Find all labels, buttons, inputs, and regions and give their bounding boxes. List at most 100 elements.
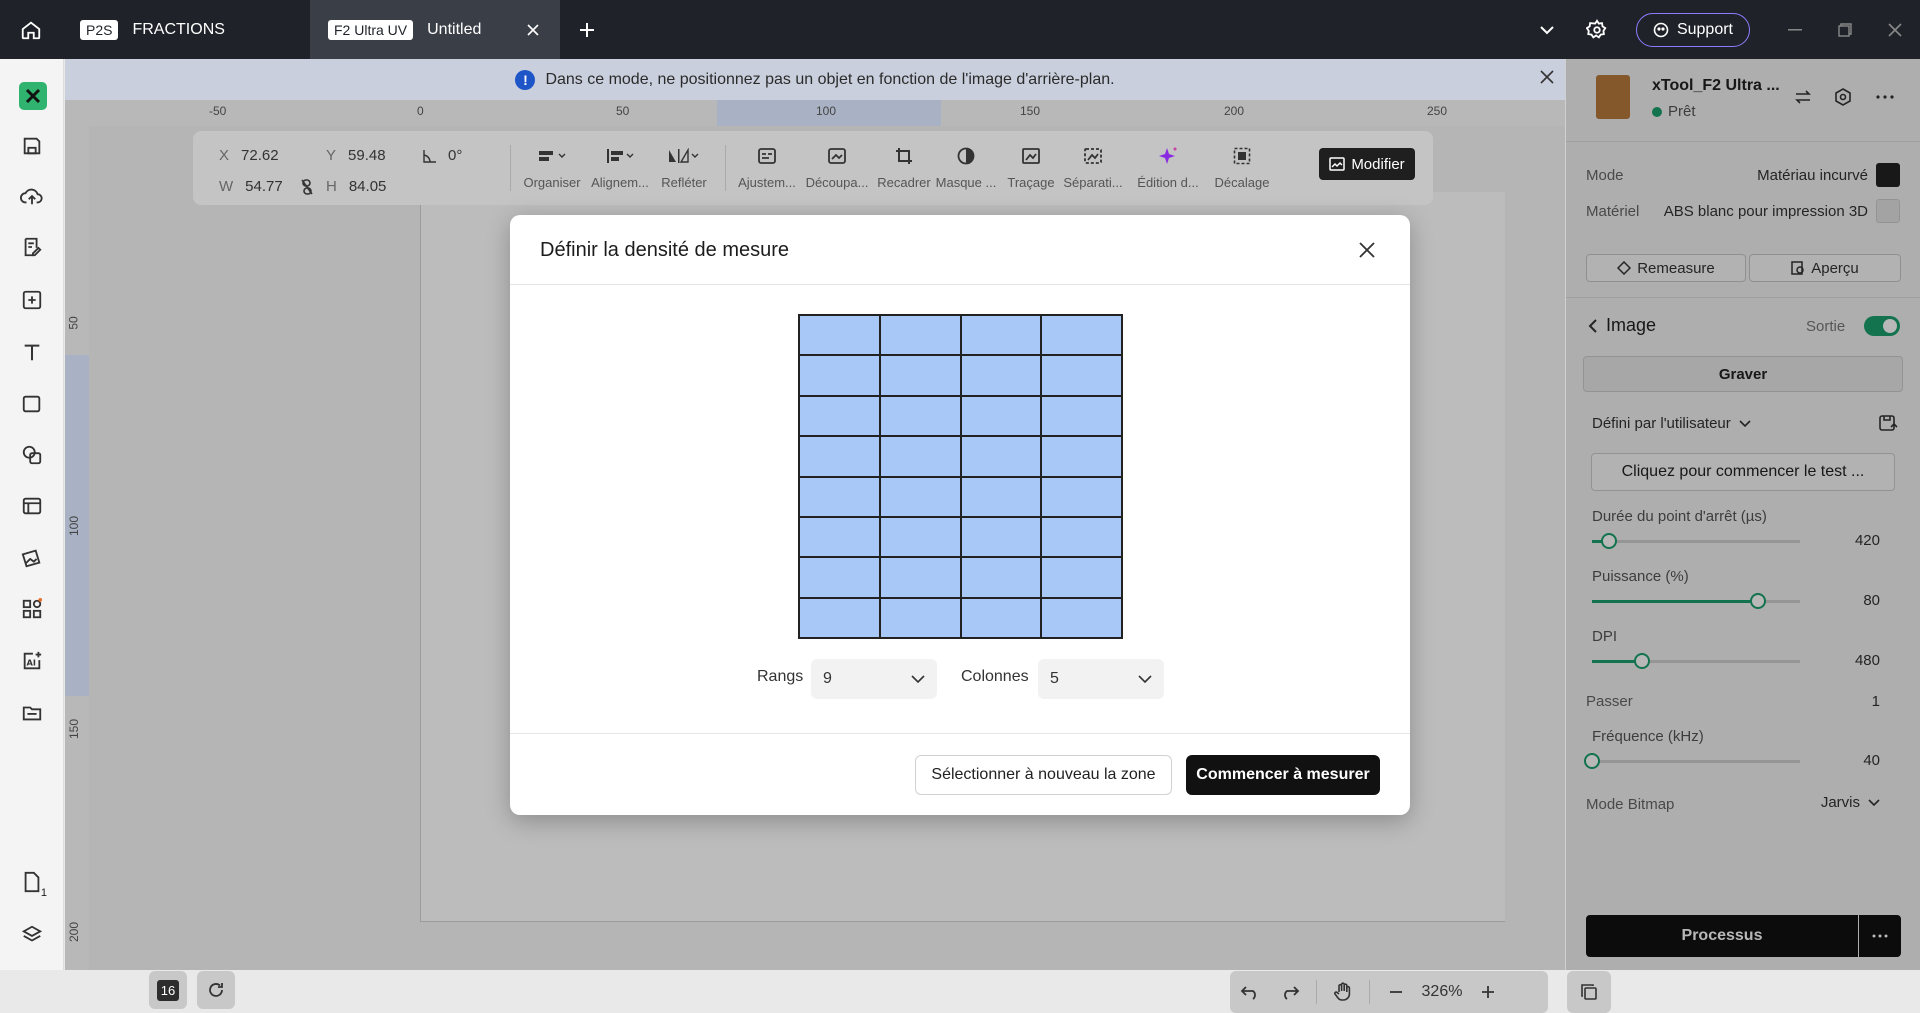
close-tab-icon[interactable] (526, 23, 540, 37)
pages-button[interactable]: 1 (19, 869, 47, 899)
adjust-button[interactable]: Ajustem... (730, 145, 804, 190)
offset-button[interactable]: Décalage (1205, 145, 1279, 190)
ai-tools-button[interactable]: AI (19, 648, 45, 674)
chevron-down-icon (1138, 675, 1152, 683)
grid-cell (879, 395, 961, 437)
y-value[interactable]: 59.48 (348, 147, 386, 164)
toolbar-label: Édition d... (1137, 175, 1199, 190)
rows-select[interactable]: 9 (811, 659, 937, 699)
align-button[interactable]: Alignem... (583, 145, 657, 190)
zoom-in-button[interactable] (1468, 984, 1508, 1000)
info-message: Dans ce mode, ne positionnez pas un obje… (545, 70, 1115, 88)
edit-document-icon (24, 237, 42, 257)
grid-cell (799, 355, 880, 396)
upload-button[interactable] (19, 183, 45, 209)
new-tab-button[interactable] (578, 21, 596, 39)
ruler-tick: -50 (209, 104, 227, 118)
elements-button[interactable] (19, 442, 45, 468)
angle-icon (423, 150, 436, 163)
restore-icon (1838, 22, 1852, 37)
mask-button[interactable]: Masque ... (929, 145, 1003, 190)
grid-cell (960, 436, 1042, 477)
grid-cell (1041, 516, 1122, 558)
grid-cell (799, 436, 880, 477)
shape-tool-button[interactable] (19, 391, 45, 417)
sync-button[interactable] (197, 971, 235, 1009)
text-tool-button[interactable] (19, 339, 45, 365)
layer-panel-button[interactable] (1567, 971, 1611, 1013)
close-icon (1888, 22, 1902, 37)
redo-button[interactable] (1270, 984, 1310, 1000)
tab-fractions[interactable]: P2S FRACTIONS (62, 0, 310, 59)
h-value[interactable]: 84.05 (349, 178, 387, 195)
home-button[interactable] (0, 0, 62, 59)
start-measure-button[interactable]: Commencer à mesurer (1186, 755, 1380, 795)
object-toolbar: X 72.62 Y 59.48 W 54.77 H 84.05 0° Organiser… (193, 131, 1433, 205)
close-banner-icon[interactable] (1539, 69, 1555, 85)
minimize-button[interactable] (1770, 0, 1820, 59)
close-window-button[interactable] (1870, 0, 1920, 59)
images-icon (21, 549, 41, 568)
gear-icon (1585, 18, 1607, 39)
pan-button[interactable] (1323, 982, 1363, 1002)
grid-cell (799, 597, 880, 638)
close-dialog-icon[interactable] (1358, 241, 1376, 259)
ruler-tick: 250 (1427, 104, 1448, 118)
link-ratio-icon[interactable] (301, 179, 313, 195)
organize-button[interactable]: Organiser (515, 145, 589, 190)
offset-icon (1233, 147, 1251, 165)
ruler-tick: 150 (67, 718, 82, 740)
save-button[interactable] (19, 133, 45, 159)
grid-cell (960, 315, 1042, 356)
reselect-area-button[interactable]: Sélectionner à nouveau la zone (915, 755, 1172, 795)
w-value[interactable]: 54.77 (245, 178, 283, 195)
layer-count-button[interactable]: 16 (149, 971, 187, 1009)
grid-cell (1041, 597, 1122, 638)
layers-button[interactable] (19, 922, 45, 948)
tab-label: FRACTIONS (132, 20, 225, 38)
apps-button[interactable] (19, 596, 45, 622)
support-button[interactable]: Support (1635, 12, 1750, 47)
divider (1369, 980, 1370, 1004)
modify-button[interactable]: Modifier (1319, 148, 1415, 180)
grid-cell (1041, 476, 1122, 517)
trace-icon (1022, 148, 1040, 164)
save-icon (23, 137, 41, 155)
toolbar-label: Recadrer (877, 175, 931, 190)
crop-icon (896, 148, 912, 164)
ruler-tick: 150 (1020, 104, 1041, 118)
zoom-out-button[interactable] (1376, 984, 1416, 1000)
sparkle-icon (1159, 147, 1177, 164)
x-value[interactable]: 72.62 (241, 147, 279, 164)
angle-value[interactable]: 0° (448, 147, 462, 164)
grid-cell (879, 597, 961, 638)
zoom-level[interactable]: 326% (1416, 983, 1468, 1001)
grid-cell (799, 315, 880, 356)
grid-cell (960, 395, 1042, 437)
copy-icon (1581, 984, 1597, 1000)
ruler-tick: 50 (66, 316, 81, 330)
undo-button[interactable] (1230, 984, 1270, 1000)
separate-button[interactable]: Séparati... (1056, 145, 1130, 190)
cutout-button[interactable]: Découpa... (800, 145, 874, 190)
grid-cell (879, 557, 961, 598)
tabs-dropdown-button[interactable] (1522, 0, 1572, 59)
grid-cell (1041, 355, 1122, 396)
maximize-button[interactable] (1820, 0, 1870, 59)
minus-icon (1390, 991, 1402, 993)
notes-button[interactable] (19, 234, 45, 260)
settings-button[interactable] (1572, 0, 1622, 59)
templates-button[interactable] (19, 493, 45, 519)
image-edit-icon (1329, 157, 1346, 171)
cutout-icon (828, 148, 846, 164)
insert-button[interactable] (19, 287, 45, 313)
mirror-button[interactable]: Refléter (647, 145, 721, 190)
gallery-button[interactable] (19, 545, 45, 571)
projects-button[interactable] (19, 700, 45, 726)
columns-select[interactable]: 5 (1038, 659, 1164, 699)
tab-untitled[interactable]: F2 Ultra UV Untitled (310, 0, 560, 59)
home-icon (21, 21, 41, 39)
title-bar: P2S FRACTIONS F2 Ultra UV Untitled Suppo… (0, 0, 1920, 59)
ruler-tick: 0 (417, 104, 424, 118)
ai-edit-button[interactable]: Édition d... (1131, 145, 1205, 190)
